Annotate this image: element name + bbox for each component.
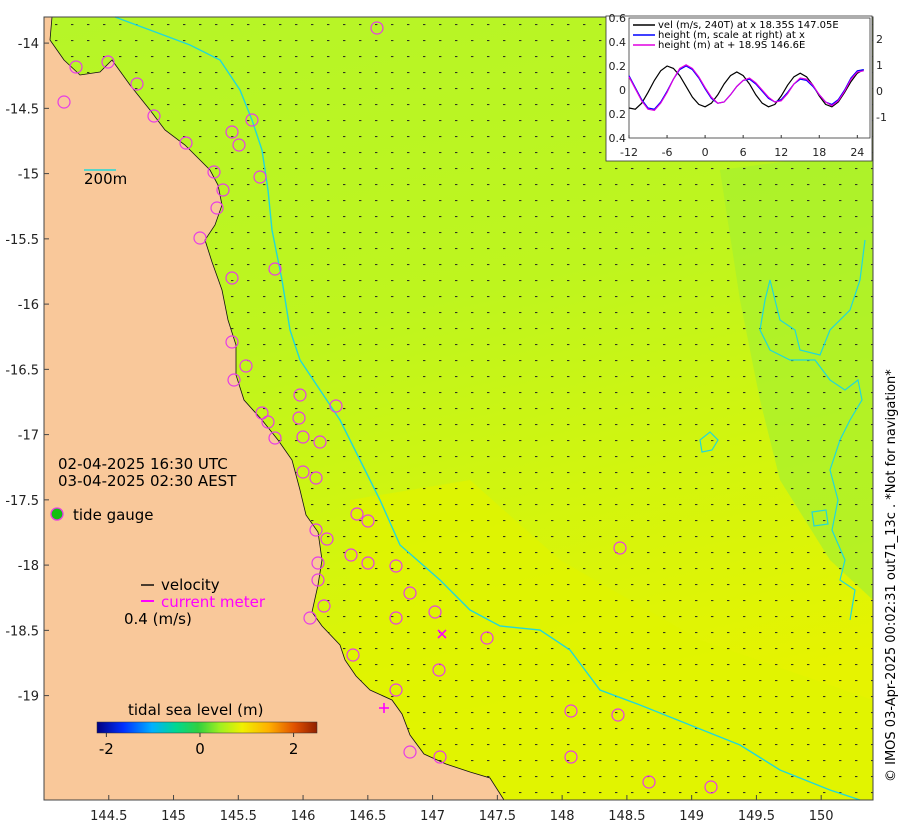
y-tick-label: -17.5 <box>5 494 39 509</box>
tide-gauge-legend-icon <box>50 507 64 521</box>
inset-right-tick-label: 1 <box>876 59 883 72</box>
current-meter-legend-label: current meter <box>161 593 266 611</box>
x-tick-label: 145.5 <box>220 809 257 824</box>
inset-right-ticks: 2 1 0 -1 <box>876 33 887 124</box>
colorbar-tick-label: 0 <box>195 740 205 758</box>
colorbar-title: tidal sea level (m) <box>128 701 263 719</box>
y-tick-label: -17 <box>18 429 39 444</box>
y-axis-ticks: -14 -14.5 -15 -15.5 -16 -16.5 -17 -17.5 -18 -18.5… <box>5 37 49 705</box>
tide-map: 200m 02-04-2025 16:30 UTC 03-04-2025 02:… <box>5 12 899 824</box>
y-tick-label: -15 <box>18 168 39 183</box>
y-tick-label: -15.5 <box>5 233 39 248</box>
tide-gauge-legend-label: tide gauge <box>73 506 154 524</box>
inset-x-tick-label: 0 <box>702 146 709 159</box>
y-tick-label: -16 <box>18 298 39 313</box>
colorbar-tick-label: 2 <box>289 740 299 758</box>
x-tick-label: 148 <box>550 809 575 824</box>
inset-x-tick-label: 18 <box>812 146 826 159</box>
inset-x-tick-label: -6 <box>662 146 673 159</box>
y-tick-label: -14 <box>18 37 39 52</box>
inset-left-tick-label: 0.6 <box>609 12 627 25</box>
y-tick-label: -14.5 <box>5 102 39 117</box>
inset-x-tick-label: 12 <box>774 146 788 159</box>
x-tick-label: 149.5 <box>738 809 775 824</box>
x-tick-label: 147.5 <box>479 809 516 824</box>
inset-x-tick-label: -12 <box>620 146 638 159</box>
x-tick-label: 146 <box>291 809 316 824</box>
y-tick-label: -18.5 <box>5 624 39 639</box>
datetime-aest: 03-04-2025 02:30 AEST <box>58 472 237 490</box>
inset-left-tick-label: 0.2 <box>609 60 627 73</box>
x-tick-label: 144.5 <box>90 809 127 824</box>
inset-right-tick-label: 2 <box>876 33 883 46</box>
datetime-utc: 02-04-2025 16:30 UTC <box>58 455 228 473</box>
inset-left-tick-label: 0.4 <box>609 36 627 49</box>
inset-left-tick-label: 0.2 <box>609 108 627 121</box>
x-tick-label: 150 <box>809 809 834 824</box>
credit-text: © IMOS 03-Apr-2025 00:02:31 out71_13c . … <box>884 369 899 782</box>
inset-x-tick-label: 6 <box>740 146 747 159</box>
inset-left-tick-label: 0 <box>619 84 626 97</box>
y-tick-label: -16.5 <box>5 363 39 378</box>
x-tick-label: 146.5 <box>349 809 386 824</box>
velocity-legend-label: velocity <box>161 576 220 594</box>
inset-left-tick-label: 0.4 <box>609 132 627 145</box>
y-tick-label: -18 <box>18 559 39 574</box>
inset-right-tick-label: -1 <box>876 111 887 124</box>
inset-legend-label: height (m) at + 18.9S 146.6E <box>658 40 805 51</box>
contour-label: 200m <box>84 170 127 188</box>
velocity-scale-label: 0.4 (m/s) <box>124 610 192 628</box>
x-tick-label: 149 <box>679 809 704 824</box>
x-tick-label: 148.5 <box>608 809 645 824</box>
inset-right-tick-label: 0 <box>876 85 883 98</box>
x-tick-label: 147 <box>420 809 445 824</box>
timeseries-inset: vel (m/s, 240T) at x 18.35S 147.05Eheigh… <box>605 12 887 162</box>
x-tick-label: 145 <box>161 809 186 824</box>
colorbar <box>96 721 318 734</box>
colorbar-tick-label: -2 <box>99 740 114 758</box>
y-tick-label: -19 <box>18 690 39 705</box>
inset-x-tick-label: 24 <box>850 146 864 159</box>
